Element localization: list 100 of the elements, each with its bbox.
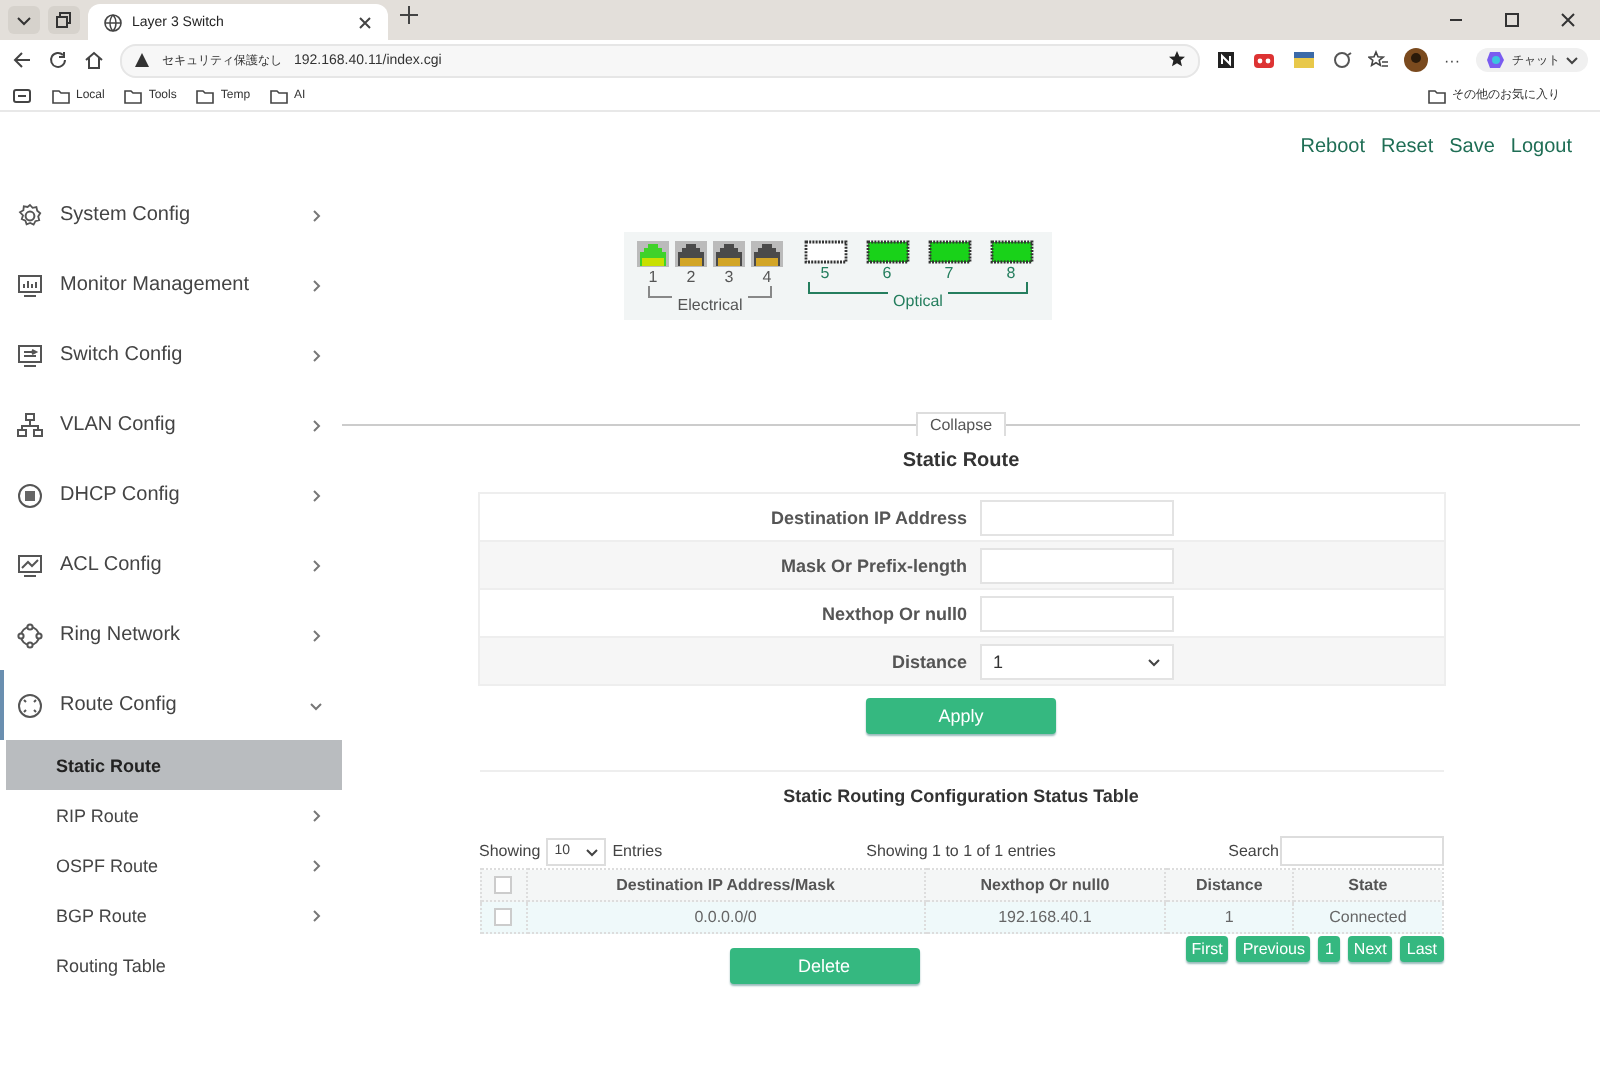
chevron-right-icon: [310, 349, 322, 361]
input-field[interactable]: [979, 547, 1173, 583]
back-icon: [12, 50, 32, 70]
folder-icon: [124, 87, 143, 103]
chevron-right-icon: [310, 489, 322, 501]
extension-icon: [1292, 50, 1316, 70]
table-cell: Connected: [1293, 901, 1442, 933]
extension-icon: [1216, 50, 1236, 70]
input-field[interactable]: [979, 499, 1173, 535]
copilot-icon: [1486, 50, 1506, 70]
menu-item[interactable]: System Config: [0, 180, 342, 250]
menu-item[interactable]: VLAN Config: [0, 390, 342, 460]
gear-icon: [16, 201, 44, 229]
column-header: Distance: [1164, 869, 1294, 901]
globe-icon: [104, 13, 122, 31]
chevron-right-icon: [310, 559, 322, 571]
more-button[interactable]: ···: [1444, 51, 1460, 69]
port-group-label: Optical: [887, 292, 949, 310]
monitor-icon: [16, 271, 44, 299]
port-number: 8: [1006, 264, 1016, 282]
chevron-right-icon: [310, 279, 322, 291]
table-cell: 0.0.0.0/0: [526, 901, 926, 933]
star-icon: [1168, 49, 1186, 67]
menu-item[interactable]: DHCP Config: [0, 460, 342, 530]
folder-icon: [1428, 87, 1446, 103]
chevron-down-icon: [586, 845, 599, 857]
disc-icon: [16, 481, 44, 509]
length-label: Showing: [479, 842, 541, 860]
header-link[interactable]: Logout: [1510, 136, 1572, 164]
column-header: Destination IP Address/Mask: [526, 869, 926, 901]
port-number: 6: [882, 264, 892, 282]
chevron-down-icon: [1566, 54, 1578, 66]
network-icon: [16, 411, 44, 439]
column-header: State: [1293, 869, 1442, 901]
table-info: Showing 1 to 1 of 1 entries: [866, 842, 1056, 860]
submenu-item[interactable]: Static Route: [6, 740, 342, 790]
table-cell: 192.168.40.1: [925, 901, 1165, 933]
row-checkbox[interactable]: [494, 908, 512, 926]
tab-icon: [12, 87, 32, 103]
chevron-down-icon: [310, 699, 322, 711]
input-field[interactable]: [979, 595, 1173, 631]
header-link[interactable]: Save: [1449, 136, 1495, 164]
header-link[interactable]: Reboot: [1300, 136, 1365, 164]
length-label: Entries: [612, 842, 663, 860]
chevron-down-icon: [1147, 655, 1159, 667]
menu-item[interactable]: Ring Network: [0, 600, 342, 670]
chevron-right-icon: [310, 629, 322, 641]
favorites-icon: [1368, 50, 1388, 70]
chevron-right-icon: [310, 419, 322, 431]
select-all-checkbox[interactable]: [494, 876, 512, 894]
port-group-label: Electrical: [671, 296, 749, 314]
port-number: 4: [762, 268, 772, 286]
port-number: 2: [686, 268, 696, 286]
section-title: Static Route: [902, 450, 1020, 472]
column-header: Nexthop Or null0: [925, 869, 1165, 901]
home-icon: [84, 50, 104, 70]
workspaces-button[interactable]: [48, 6, 80, 34]
copy-icon: [56, 12, 72, 28]
ring-icon: [16, 621, 44, 649]
warning-icon: [134, 52, 150, 68]
field-label: Destination IP Address: [768, 507, 969, 527]
chevron-right-icon: [310, 209, 322, 221]
close-icon: [358, 15, 372, 29]
menu-item[interactable]: Switch Config: [0, 320, 342, 390]
avatar-icon: [1404, 48, 1428, 72]
reload-icon: [48, 50, 68, 70]
folder-icon: [196, 87, 215, 103]
folder-icon: [270, 87, 289, 103]
chevron-right-icon: [310, 859, 322, 871]
menu-item[interactable]: Monitor Management: [0, 250, 342, 320]
plus-icon: [400, 6, 418, 24]
folder-icon: [52, 87, 70, 103]
submenu-item[interactable]: BGP Route: [0, 890, 342, 940]
port-number: 1: [648, 268, 658, 286]
distance-select[interactable]: 1: [979, 643, 1173, 679]
chevron-down-icon: [16, 12, 32, 28]
submenu-item[interactable]: OSPF Route: [0, 840, 342, 890]
search-field[interactable]: [1279, 836, 1443, 866]
field-label: Distance: [889, 651, 969, 671]
route-icon: [16, 691, 44, 719]
field-label: Mask Or Prefix-length: [778, 555, 969, 575]
extension-icon: [1252, 50, 1276, 70]
chart-icon: [16, 551, 44, 579]
search-label: Search: [1228, 842, 1279, 860]
collapse-button[interactable]: Collapse: [915, 412, 1007, 436]
port-number: 5: [820, 264, 830, 282]
submenu-item[interactable]: Routing Table: [0, 940, 342, 990]
table-cell: 1: [1164, 901, 1294, 933]
header-link[interactable]: Reset: [1380, 136, 1434, 164]
table-title: Static Routing Configuration Status Table: [783, 786, 1139, 806]
tab-list-button[interactable]: [8, 6, 40, 34]
chevron-right-icon: [310, 809, 322, 821]
submenu-item[interactable]: RIP Route: [0, 790, 342, 840]
port-number: 7: [944, 264, 954, 282]
maximize-icon: [1504, 12, 1520, 28]
field-label: Nexthop Or null0: [819, 603, 969, 623]
switch-icon: [16, 341, 44, 369]
menu-item[interactable]: ACL Config: [0, 530, 342, 600]
close-icon: [1560, 12, 1576, 28]
port-number: 3: [724, 268, 734, 286]
